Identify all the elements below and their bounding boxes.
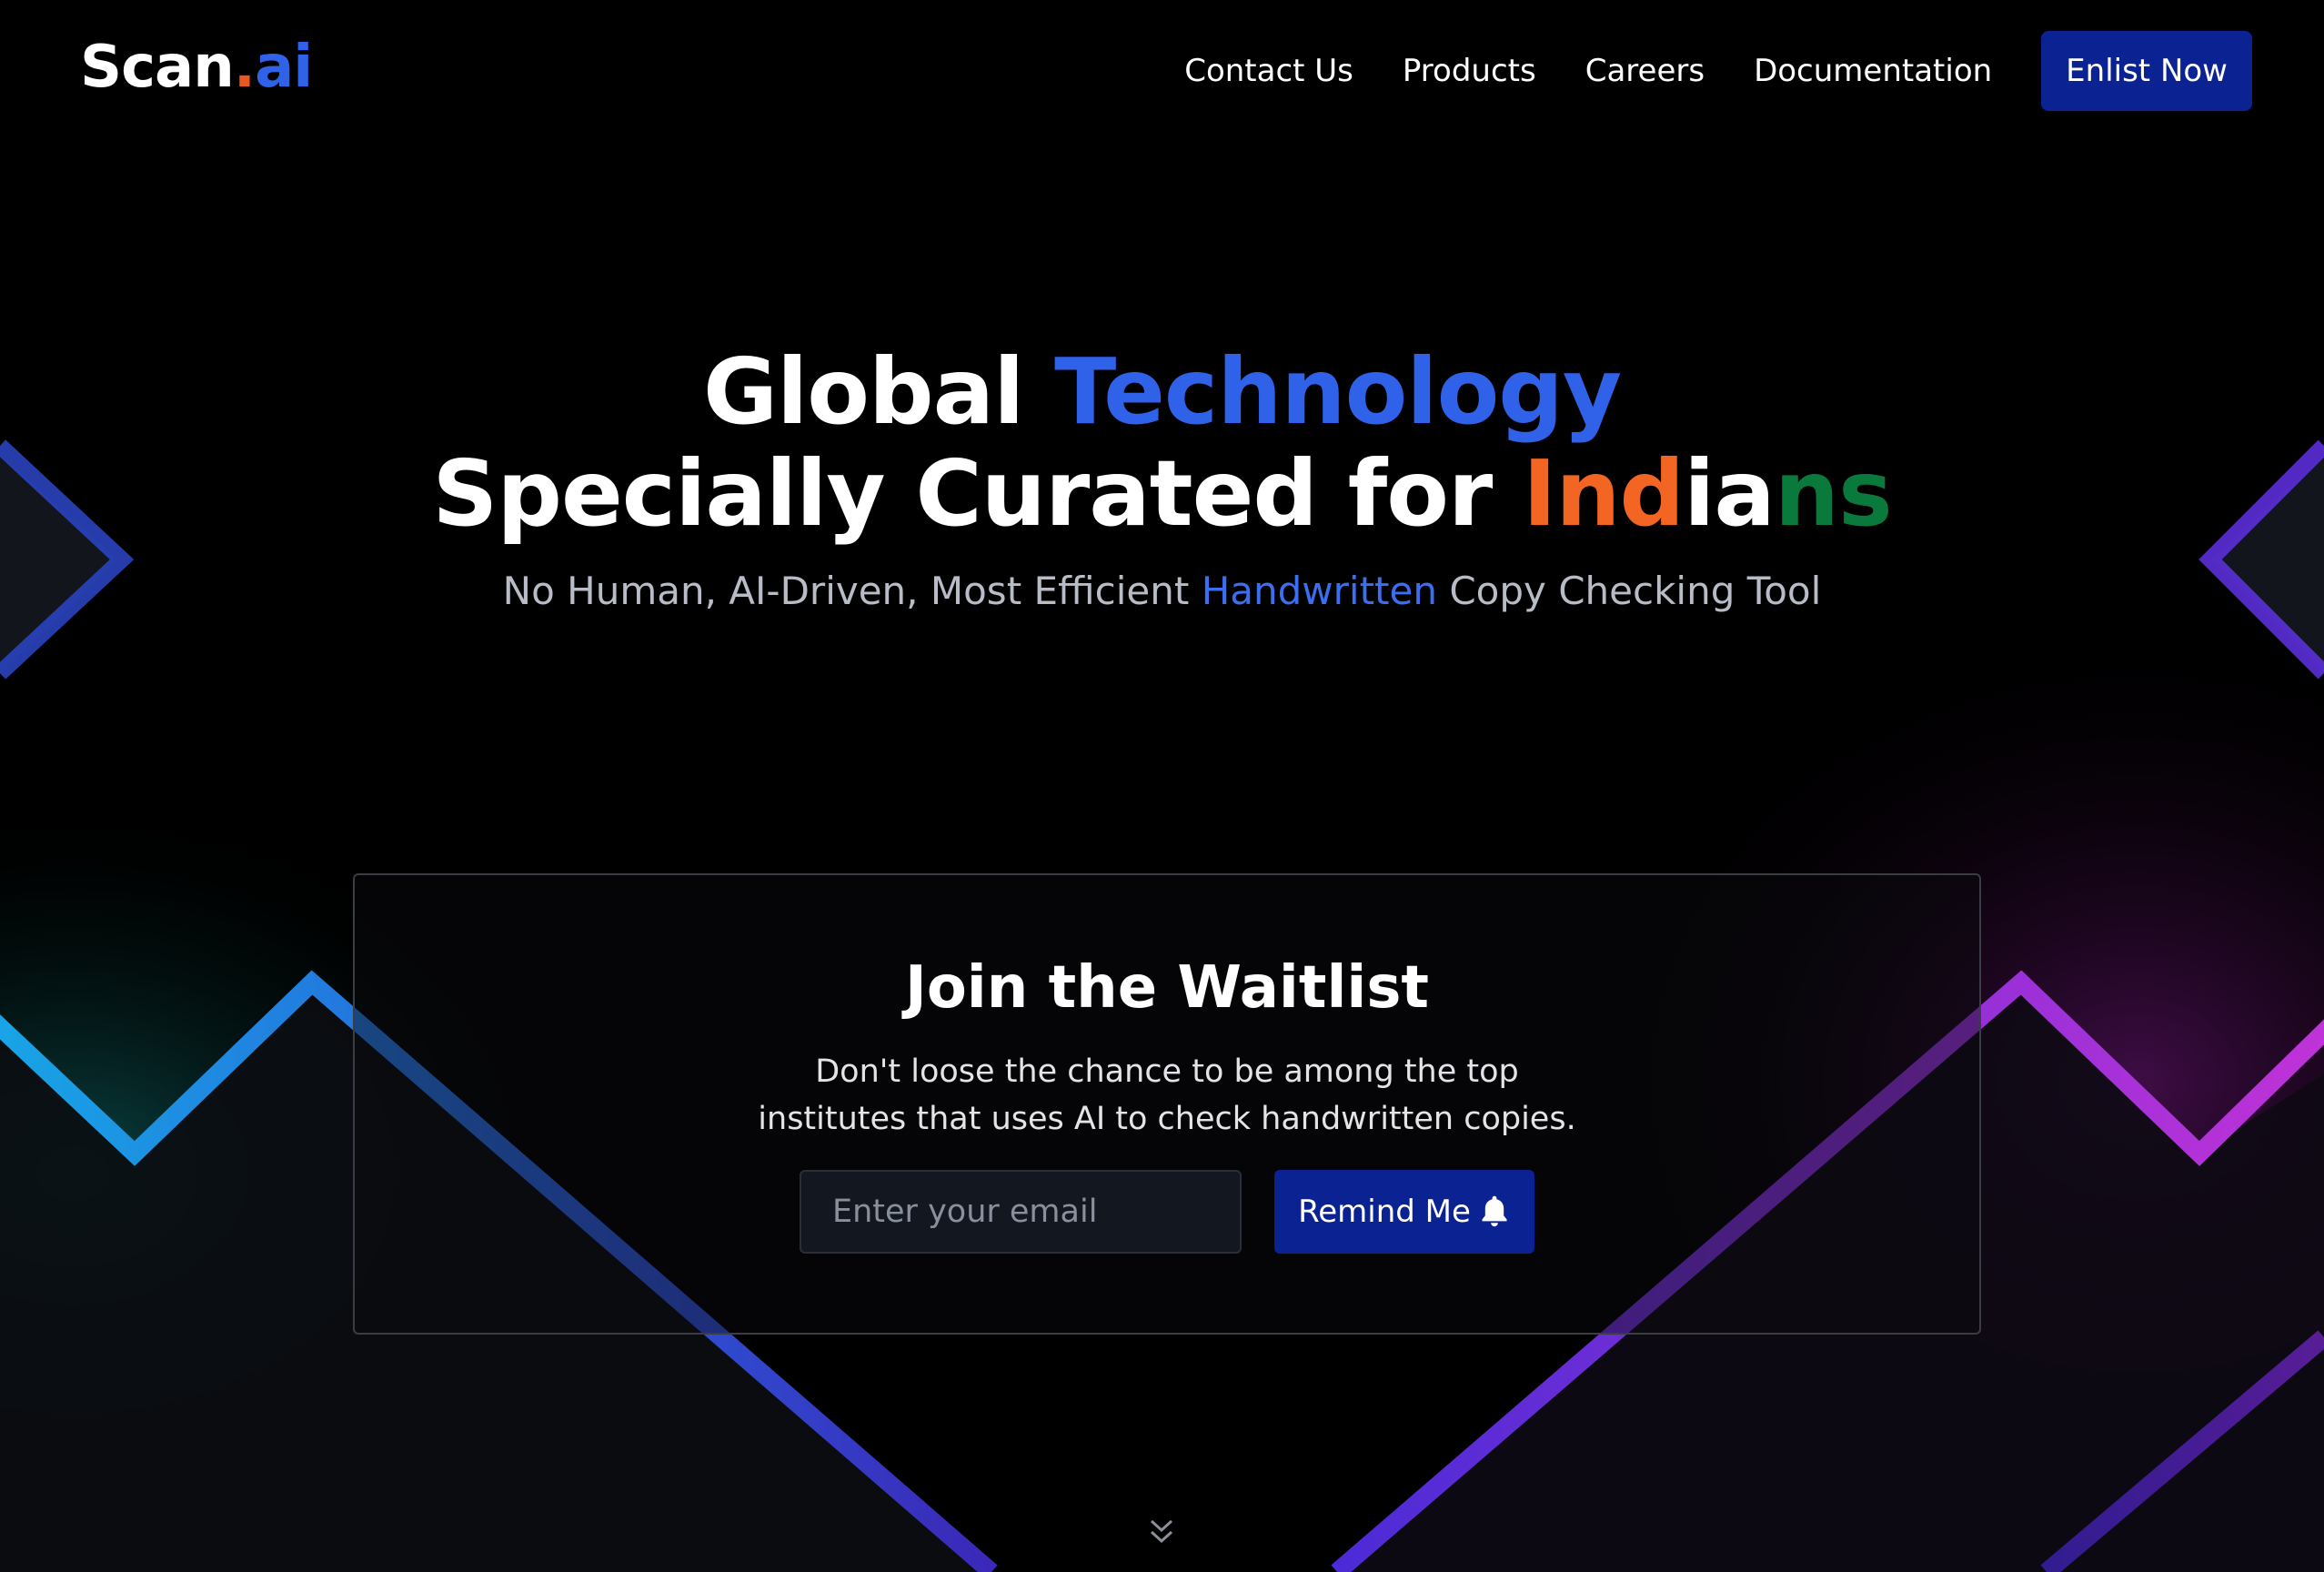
- logo-name: Scan: [80, 34, 235, 101]
- hero-headline-line-2: Specially Curated for Indians: [0, 443, 2324, 545]
- headline-plain-2: Specially Curated for: [432, 440, 1524, 547]
- subtitle-accent: Handwritten: [1201, 569, 1437, 613]
- hero-subtitle: No Human, AI-Driven, Most Efficient Hand…: [0, 569, 2324, 613]
- waitlist-description: Don't loose the chance to be among the t…: [758, 1053, 1576, 1137]
- hero-headline-line-1: Global Technology: [0, 341, 2324, 443]
- nav-products[interactable]: Products: [1403, 53, 1536, 89]
- hero-section: Global Technology Specially Curated for …: [0, 341, 2324, 614]
- enlist-now-button[interactable]: Enlist Now: [2041, 31, 2252, 111]
- top-nav: Contact Us Products Careers Documentatio…: [1184, 31, 2252, 111]
- waitlist-title: Join the Waitlist: [905, 954, 1429, 1022]
- remind-me-label: Remind Me: [1298, 1194, 1471, 1230]
- subtitle-after: Copy Checking Tool: [1436, 569, 1822, 613]
- nav-contact-us[interactable]: Contact Us: [1184, 53, 1353, 89]
- waitlist-form: Remind Me: [355, 1170, 1979, 1254]
- headline-white: ia: [1684, 440, 1776, 547]
- remind-me-button[interactable]: Remind Me: [1274, 1170, 1534, 1254]
- logo-suffix: ai: [255, 34, 313, 101]
- brand-logo[interactable]: Scan.ai: [80, 33, 313, 102]
- headline-plain: Global: [702, 338, 1055, 445]
- nav-careers[interactable]: Careers: [1585, 53, 1705, 89]
- scroll-down-button[interactable]: [1148, 1517, 1175, 1550]
- headline-accent: Technology: [1054, 338, 1622, 445]
- headline-saffron: Ind: [1523, 440, 1685, 547]
- nav-documentation[interactable]: Documentation: [1754, 53, 1992, 89]
- bell-icon: [1482, 1195, 1507, 1227]
- landing-page: Scan.ai Contact Us Products Careers Docu…: [0, 0, 2324, 1572]
- waitlist-card: Join the Waitlist Don't loose the chance…: [353, 873, 1981, 1335]
- double-chevron-down-icon: [1150, 1519, 1173, 1544]
- subtitle-before: No Human, AI-Driven, Most Efficient: [502, 569, 1202, 613]
- headline-green: ns: [1774, 440, 1893, 547]
- logo-dot: .: [233, 34, 256, 101]
- background-neon-lines: [0, 439, 2324, 1572]
- email-input[interactable]: [800, 1170, 1242, 1254]
